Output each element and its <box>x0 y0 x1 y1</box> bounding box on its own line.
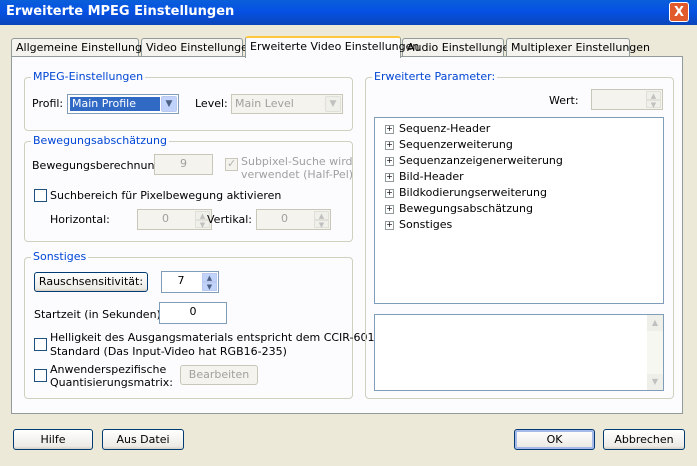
tree-item-sequence-header[interactable]: + Sequenz-Header <box>385 122 490 136</box>
custom-matrix-label-1: Anwenderspezifische <box>50 363 167 376</box>
noise-sensitivity-value: 7 <box>177 274 185 287</box>
mpeg-settings-heading: MPEG-Einstellungen <box>31 70 146 83</box>
window-title: Erweiterte MPEG Einstellungen <box>6 4 235 19</box>
subpixel-checkbox[interactable]: ✓ <box>225 157 238 171</box>
spin-up-icon[interactable]: ▲ <box>646 91 661 100</box>
horizontal-label: Horizontal: <box>50 213 110 226</box>
spin-down-icon[interactable]: ▼ <box>202 282 217 291</box>
expand-icon[interactable]: + <box>385 157 394 166</box>
misc-heading: Sonstiges <box>31 250 89 263</box>
ok-button[interactable]: OK <box>514 429 595 450</box>
scroll-down-icon[interactable]: ▼ <box>647 374 663 390</box>
expand-icon[interactable]: + <box>385 173 394 182</box>
edit-button[interactable]: Bearbeiten <box>180 365 258 385</box>
tree-item-sequence-display-extension[interactable]: + Sequenzanzeigenerweiterung <box>385 154 563 168</box>
tree-item-label: Bewegungsabschätzung <box>399 202 533 215</box>
param-value-spinner[interactable]: ▲ ▼ <box>591 89 663 110</box>
search-range-checkbox[interactable] <box>34 189 47 202</box>
tab-video[interactable]: Video Einstellungen <box>141 38 255 57</box>
brightness-checkbox[interactable] <box>34 338 47 351</box>
spin-up-icon[interactable]: ▲ <box>202 273 217 282</box>
tree-item-picture-header[interactable]: + Bild-Header <box>385 170 464 184</box>
horizontal-value: 0 <box>162 212 169 225</box>
level-label: Level: <box>195 97 228 110</box>
level-select[interactable]: Main Level ▼ <box>231 94 343 114</box>
expand-icon[interactable]: + <box>385 189 394 198</box>
expand-icon[interactable]: + <box>385 141 394 150</box>
param-tree[interactable]: + Sequenz-Header + Sequenzerweiterung + Seq… <box>374 117 664 304</box>
noise-sensitivity-spinner[interactable]: 7 ▲ ▼ <box>161 271 219 293</box>
tree-item-label: Sequenzanzeigenerweiterung <box>399 154 563 167</box>
from-file-button[interactable]: Aus Datei <box>102 429 184 450</box>
motion-calc-label: Bewegungsberechnung: <box>32 159 166 172</box>
subpixel-label-1: Subpixel-Suche wird <box>241 155 353 168</box>
motion-calc-value: 9 <box>180 157 187 170</box>
tree-item-label: Bild-Header <box>399 170 464 183</box>
vertical-label: Vertikal: <box>207 213 253 226</box>
tree-item-misc[interactable]: + Sonstiges <box>385 218 452 232</box>
spin-down-icon[interactable]: ▼ <box>646 99 661 108</box>
custom-matrix-checkbox[interactable] <box>34 369 47 382</box>
motion-estimation-heading: Bewegungsabschätzung <box>31 134 169 147</box>
tab-allgemeine[interactable]: Allgemeine Einstellungen <box>11 38 156 57</box>
value-label: Wert: <box>549 94 579 107</box>
tree-item-label: Bildkodierungserweiterung <box>399 186 547 199</box>
start-time-value: 0 <box>189 305 197 318</box>
horizontal-spinner[interactable]: 0 ▲ ▼ <box>137 209 212 230</box>
motion-calc-field[interactable]: 9 <box>154 154 213 175</box>
spin-up-icon[interactable]: ▲ <box>314 211 329 220</box>
tab-erweiterte-video[interactable]: Erweiterte Video Einstellungen <box>245 36 419 58</box>
chevron-down-icon[interactable]: ▼ <box>325 96 341 112</box>
cancel-button[interactable]: Abbrechen <box>603 429 685 450</box>
start-time-label: Startzeit (in Sekunden): <box>34 308 165 321</box>
tree-item-motion-estimation[interactable]: + Bewegungsabschätzung <box>385 202 533 216</box>
advanced-params-heading: Erweiterte Parameter: <box>372 70 498 83</box>
search-range-label: Suchbereich für Pixelbewegung aktivieren <box>50 189 282 202</box>
vertical-scrollbar[interactable]: ▲ ▼ <box>647 315 663 390</box>
expand-icon[interactable]: + <box>385 125 394 134</box>
close-button[interactable]: X <box>669 2 689 22</box>
expand-icon[interactable]: + <box>385 205 394 214</box>
help-button[interactable]: Hilfe <box>13 429 93 450</box>
level-value: Main Level <box>235 97 294 110</box>
vertical-spinner[interactable]: 0 ▲ ▼ <box>256 209 331 230</box>
profile-label: Profil: <box>32 97 64 110</box>
tree-item-label: Sonstiges <box>399 218 453 231</box>
subpixel-label-2: verwendet (Half-Pel) <box>241 168 354 181</box>
chevron-down-icon[interactable]: ▼ <box>161 96 177 112</box>
profile-select[interactable]: Main Profile ▼ <box>67 94 179 114</box>
param-description[interactable]: ▲ ▼ <box>374 314 664 391</box>
start-time-field[interactable]: 0 <box>159 302 227 324</box>
vertical-value: 0 <box>281 212 288 225</box>
tab-multiplexer[interactable]: Multiplexer Einstellungen <box>506 38 650 57</box>
check-icon: ✓ <box>227 157 237 170</box>
spin-down-icon[interactable]: ▼ <box>314 219 329 228</box>
brightness-label-1: Helligkeit des Ausgangsmaterials entspri… <box>50 331 375 344</box>
tree-item-sequence-extension[interactable]: + Sequenzerweiterung <box>385 138 513 152</box>
scroll-up-icon[interactable]: ▲ <box>647 315 663 331</box>
tab-panel: MPEG-Einstellungen Profil: Main Profile … <box>11 56 683 414</box>
tree-item-label: Sequenzerweiterung <box>399 138 513 151</box>
tree-item-label: Sequenz-Header <box>399 122 491 135</box>
expand-icon[interactable]: + <box>385 221 394 230</box>
noise-sensitivity-button[interactable]: Rauschsensitivität: <box>34 272 148 292</box>
tree-item-picture-coding-extension[interactable]: + Bildkodierungserweiterung <box>385 186 547 200</box>
brightness-label-2: Standard (Das Input-Video hat RGB16-235) <box>50 345 287 358</box>
profile-value: Main Profile <box>70 97 160 111</box>
custom-matrix-label-2: Quantisierungsmatrix: <box>50 376 174 389</box>
title-bar: Erweiterte MPEG Einstellungen X <box>0 0 697 25</box>
